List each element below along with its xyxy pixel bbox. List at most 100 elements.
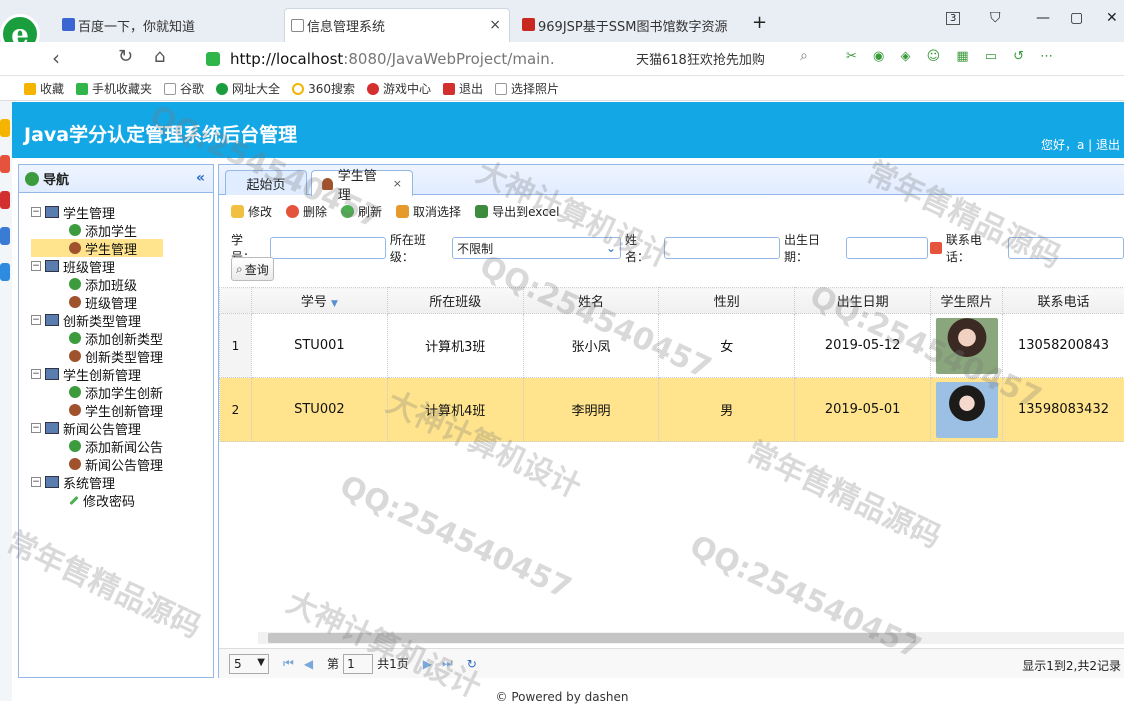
extension-icons[interactable]: ✂ ◉ ◈ ☺ ▦ ▭ ↺ ⋯ xyxy=(846,49,1059,64)
close-tab-icon[interactable]: × xyxy=(489,17,501,33)
bookmark-games[interactable]: 游戏中心 xyxy=(366,80,431,97)
home-icon[interactable]: ⌂ xyxy=(154,46,165,67)
column-header-gender[interactable]: 性别 xyxy=(658,287,796,314)
tree-group-innovation-types[interactable]: − 创新类型管理 xyxy=(31,311,163,330)
column-header-birth[interactable]: 出生日期 xyxy=(794,287,932,314)
column-header-phone[interactable]: 联系电话 xyxy=(1002,287,1124,314)
bookmark-exit[interactable]: 退出 xyxy=(442,80,483,97)
next-page-icon[interactable]: ▶ xyxy=(423,657,432,671)
pencil-icon xyxy=(69,495,79,505)
tree-group-student-innovation[interactable]: − 学生创新管理 xyxy=(31,365,163,384)
delete-icon xyxy=(286,205,300,218)
tree-group-system[interactable]: − 系统管理 xyxy=(31,473,163,492)
browser-tab-label: 信息管理系统 xyxy=(307,20,386,35)
tab-student-manage[interactable]: 学生管理 × xyxy=(311,169,413,203)
bookmark-favorites[interactable]: 收藏 xyxy=(24,80,64,97)
tree-item-add-class[interactable]: 添加班级 xyxy=(31,275,163,294)
last-page-icon[interactable]: ⏭ xyxy=(442,656,453,671)
tree-group-classes[interactable]: − 班级管理 xyxy=(31,257,163,276)
bookmark-photo[interactable]: 选择照片 xyxy=(495,80,559,97)
tree-item-news-manage[interactable]: 新闻公告管理 xyxy=(31,455,163,474)
back-icon[interactable]: ‹ xyxy=(52,46,60,70)
maximize-icon[interactable]: ▢ xyxy=(1070,10,1083,26)
delete-button[interactable]: 删除 xyxy=(286,203,327,220)
bookmark-360[interactable]: 360搜索 xyxy=(292,80,355,97)
search-icon[interactable]: ⌕ xyxy=(800,48,808,64)
horizontal-scrollbar[interactable] xyxy=(258,632,1124,644)
computer-icon xyxy=(45,206,59,218)
bookmarks-bar: 收藏 手机收藏夹 谷歌 网址大全 360搜索 游戏中心 退出 选择照片 xyxy=(0,77,1124,101)
new-tab-button[interactable]: + xyxy=(752,12,767,33)
tab-home[interactable]: 起始页 xyxy=(225,170,307,195)
bookmark-sites[interactable]: 网址大全 xyxy=(216,80,280,97)
query-button[interactable]: ⌕ 查询 xyxy=(231,257,274,281)
expand-icon[interactable]: − xyxy=(31,207,41,217)
browser-tab-baidu[interactable]: 百度一下，你就知道 xyxy=(56,8,276,42)
column-header-name[interactable]: 姓名 xyxy=(522,287,660,314)
close-tab-icon[interactable]: × xyxy=(393,177,402,190)
side-tool-icon[interactable] xyxy=(0,155,10,173)
expand-icon[interactable]: − xyxy=(31,423,41,433)
tab-count-badge[interactable]: 3 xyxy=(946,12,961,25)
tree-group-news[interactable]: − 新闻公告管理 xyxy=(31,419,163,438)
expand-icon[interactable]: − xyxy=(31,369,41,379)
skin-icon[interactable]: ⛉ xyxy=(990,10,1001,26)
table-row[interactable]: 1 STU001 计算机3班 张小凤 女 2019-05-12 13058200… xyxy=(219,313,1124,378)
page-number-input[interactable]: 1 xyxy=(343,653,374,674)
unselect-button[interactable]: 取消选择 xyxy=(396,203,461,220)
class-select[interactable]: 不限制 ⌄ xyxy=(452,237,622,259)
expand-icon[interactable]: − xyxy=(31,477,41,487)
name-input[interactable] xyxy=(663,237,780,259)
game-icon xyxy=(366,82,379,95)
browser-tab-ssm[interactable]: 969JSP基于SSM图书馆数字资源 xyxy=(516,8,738,42)
tree-item-class-manage[interactable]: 班级管理 xyxy=(31,293,163,312)
bookmark-mobile[interactable]: 手机收藏夹 xyxy=(76,80,152,97)
browser-tab-info-system[interactable]: 信息管理系统 × xyxy=(284,8,510,42)
column-header-student-no[interactable]: 学号 ▼ xyxy=(250,287,388,314)
tree-item-student-innovation-manage[interactable]: 学生创新管理 xyxy=(31,401,163,420)
cell-phone: 13598083432 xyxy=(1002,377,1124,442)
close-window-icon[interactable]: ✕ xyxy=(1106,10,1118,26)
minimize-icon[interactable]: — xyxy=(1036,10,1050,26)
tree-item-innovation-type-manage[interactable]: 创新类型管理 xyxy=(31,347,163,366)
reload-icon[interactable]: ↻ xyxy=(118,46,133,67)
side-tool-icon[interactable] xyxy=(0,263,10,281)
collapse-icon[interactable]: « xyxy=(196,170,205,186)
tree-item-add-student[interactable]: 添加学生 xyxy=(31,221,163,240)
address-host: http://localhost xyxy=(230,50,344,68)
phone-input[interactable] xyxy=(1008,237,1124,259)
expand-icon[interactable]: − xyxy=(31,315,41,325)
student-no-input[interactable] xyxy=(269,237,386,259)
edit-button[interactable]: 修改 xyxy=(231,203,272,220)
refresh-button[interactable]: 刷新 xyxy=(341,203,382,220)
tree-group-students[interactable]: − 学生管理 xyxy=(31,203,163,222)
search-360-icon xyxy=(292,82,305,95)
first-page-icon[interactable]: ⏮ xyxy=(283,656,294,671)
birth-date-input[interactable] xyxy=(846,237,929,259)
tree-item-add-innovation-type[interactable]: 添加创新类型 xyxy=(31,329,163,348)
tree-item-add-student-innovation[interactable]: 添加学生创新 xyxy=(31,383,163,402)
calendar-icon[interactable] xyxy=(930,242,942,254)
side-tool-icon[interactable] xyxy=(0,227,10,245)
scrollbar-thumb[interactable] xyxy=(268,633,916,643)
prev-page-icon[interactable]: ◀ xyxy=(304,657,313,671)
bookmark-google[interactable]: 谷歌 xyxy=(164,80,204,97)
student-grid: 学号 ▼ 所在班级 姓名 性别 出生日期 学生照片 联系电话 1 STU001 … xyxy=(219,287,1124,442)
address-bar[interactable]: http://localhost :8080/JavaWebProject/ma… xyxy=(206,47,616,71)
side-tool-icon[interactable] xyxy=(0,119,10,137)
refresh-icon[interactable]: ↻ xyxy=(467,657,477,671)
page-size-select[interactable]: 5 ▼ xyxy=(229,653,269,674)
tree-item-student-manage[interactable]: 学生管理 xyxy=(31,239,164,258)
export-excel-button[interactable]: 导出到excel xyxy=(475,203,559,220)
export-icon xyxy=(475,205,489,218)
column-header-photo[interactable]: 学生照片 xyxy=(930,287,1004,314)
tree-item-add-news[interactable]: 添加新闻公告 xyxy=(31,437,163,456)
column-header-class[interactable]: 所在班级 xyxy=(386,287,524,314)
tree-item-change-password[interactable]: 修改密码 xyxy=(31,491,163,510)
refresh-icon xyxy=(341,205,355,218)
expand-icon[interactable]: − xyxy=(31,261,41,271)
logout-link[interactable]: 退出 xyxy=(1096,138,1120,152)
side-tool-icon[interactable] xyxy=(0,191,10,209)
promo-link[interactable]: 天猫618狂欢抢先加购 xyxy=(636,49,765,68)
table-row[interactable]: 2 STU002 计算机4班 李明明 男 2019-05-01 13598083… xyxy=(219,377,1124,442)
